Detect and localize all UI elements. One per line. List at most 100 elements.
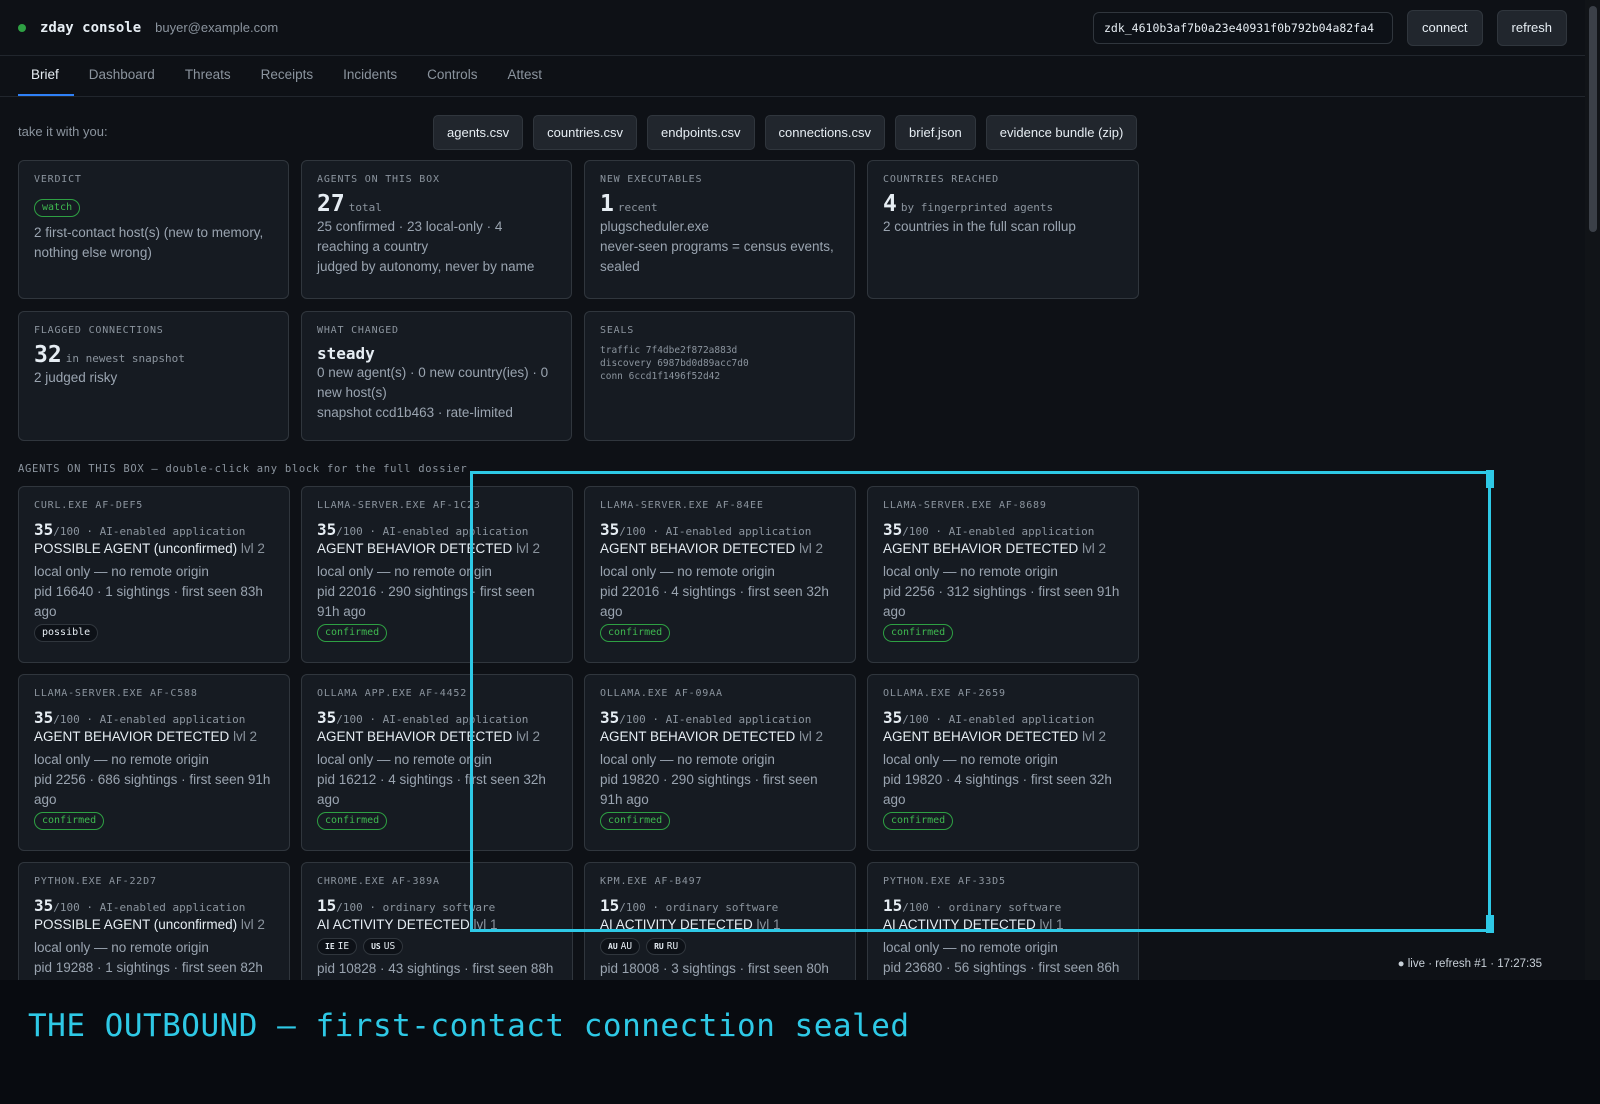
page-scrollbar[interactable] (1585, 0, 1600, 980)
agent-title: KPM.EXE AF-B497 (600, 876, 703, 887)
flagged-connections-card: FLAGGED CONNECTIONS 32 in newest snapshot… (18, 311, 289, 441)
export-connections-csv-button[interactable]: connections.csv (764, 115, 886, 150)
tab-incidents[interactable]: Incidents (328, 56, 412, 96)
verdict-badge: watch (34, 199, 81, 217)
agent-verdict: AGENT BEHAVIOR DETECTED (600, 729, 796, 744)
agent-score: 15 (883, 896, 903, 915)
agent-verdict: AI ACTIVITY DETECTED (883, 917, 1036, 932)
agents-section-title: AGENTS ON THIS BOX — double-click any bl… (18, 463, 468, 475)
card-label: VERDICT (34, 174, 82, 185)
agents-note: judged by autonomy, never by name (317, 259, 535, 274)
agent-verdict: AGENT BEHAVIOR DETECTED (883, 541, 1079, 556)
agent-detail: pid 16640 · 1 sightings · first seen 83h… (34, 584, 263, 619)
agent-card[interactable]: OLLAMA APP.EXE AF-4452 35/100 · AI-enabl… (301, 674, 573, 851)
scrollbar-thumb[interactable] (1589, 6, 1597, 232)
agent-detail: pid 2256 · 312 sightings · first seen 91… (883, 584, 1120, 619)
agent-kind: · AI-enabled application (86, 901, 246, 914)
agent-kind: · AI-enabled application (935, 525, 1095, 538)
score-scale: /100 (53, 525, 80, 538)
agent-card[interactable]: CHROME.EXE AF-389A 15/100 · ordinary sof… (301, 862, 573, 980)
agent-status-badge: confirmed (317, 812, 388, 830)
live-status: ● live · refresh #1 · 17:27:35 (1397, 958, 1542, 970)
agent-card[interactable]: LLAMA-SERVER.EXE AF-8689 35/100 · AI-ena… (867, 486, 1139, 663)
top-bar: zday console buyer@example.com connect r… (0, 0, 1585, 56)
agent-verdict: AI ACTIVITY DETECTED (600, 917, 753, 932)
tab-dashboard[interactable]: Dashboard (74, 56, 170, 96)
country-flags: AU AU RU RU (600, 938, 840, 955)
agent-score: 35 (34, 896, 54, 915)
agent-detail: pid 10828 · 43 sightings · first seen 88… (317, 961, 554, 976)
agent-status-badge: confirmed (317, 624, 388, 642)
agent-score: 35 (34, 520, 54, 539)
seal-conn: conn 6ccd1f1496f52d42 (600, 371, 721, 382)
export-evidence-bundle-button[interactable]: evidence bundle (zip) (985, 115, 1138, 150)
agent-level: lvl 1 (473, 917, 498, 932)
agent-status-badge: confirmed (34, 812, 105, 830)
agent-card[interactable]: OLLAMA.EXE AF-09AA 35/100 · AI-enabled a… (584, 674, 856, 851)
agent-score: 35 (600, 708, 620, 727)
export-buttons: agents.csv countries.csv endpoints.csv c… (433, 115, 1138, 150)
agent-card[interactable]: LLAMA-SERVER.EXE AF-1C23 35/100 · AI-ena… (301, 486, 573, 663)
agent-level: lvl 2 (240, 917, 265, 932)
agent-card[interactable]: LLAMA-SERVER.EXE AF-84EE 35/100 · AI-ena… (584, 486, 856, 663)
tab-threats[interactable]: Threats (170, 56, 246, 96)
agent-kind: · AI-enabled application (935, 713, 1095, 726)
seals-card: SEALS traffic 7f4dbe2f872a883d discovery… (584, 311, 855, 441)
country-chip: RU RU (646, 938, 687, 955)
tab-brief[interactable]: Brief (18, 56, 74, 96)
score-scale: /100 (619, 525, 646, 538)
agent-kind: · AI-enabled application (652, 713, 812, 726)
export-countries-csv-button[interactable]: countries.csv (533, 115, 638, 150)
agent-origin: local only — no remote origin (600, 752, 775, 767)
agent-card[interactable]: LLAMA-SERVER.EXE AF-C588 35/100 · AI-ena… (18, 674, 290, 851)
connect-button[interactable]: connect (1406, 9, 1483, 46)
agent-title: OLLAMA.EXE AF-2659 (883, 688, 1006, 699)
agent-card[interactable]: KPM.EXE AF-B497 15/100 · ordinary softwa… (584, 862, 856, 980)
flagged-note: 2 judged risky (34, 370, 118, 385)
export-brief-json-button[interactable]: brief.json (895, 115, 976, 150)
agent-score: 35 (34, 708, 54, 727)
score-scale: /100 (619, 713, 646, 726)
agent-verdict: AGENT BEHAVIOR DETECTED (600, 541, 796, 556)
tab-attest[interactable]: Attest (492, 56, 557, 96)
agent-card[interactable]: CURL.EXE AF-DEF5 35/100 · AI-enabled app… (18, 486, 290, 663)
snapshot-info: snapshot ccd1b463 · rate-limited (317, 405, 513, 420)
agent-level: lvl 2 (516, 729, 541, 744)
countries-unit: by fingerprinted agents (900, 201, 1054, 214)
agent-detail: pid 19288 · 1 sightings · first seen 82h… (34, 960, 263, 975)
executables-unit: recent (617, 201, 658, 214)
agent-card[interactable]: OLLAMA.EXE AF-2659 35/100 · AI-enabled a… (867, 674, 1139, 851)
agent-kind: · AI-enabled application (369, 713, 529, 726)
card-label: AGENTS ON THIS BOX (317, 174, 440, 185)
agent-verdict: AI ACTIVITY DETECTED (317, 917, 470, 932)
tab-receipts[interactable]: Receipts (246, 56, 329, 96)
agent-kind: · AI-enabled application (369, 525, 529, 538)
api-key-input[interactable] (1092, 11, 1393, 44)
agent-title: LLAMA-SERVER.EXE AF-1C23 (317, 500, 481, 511)
country-chip: IE IE (317, 938, 358, 955)
agent-detail: pid 22016 · 290 sightings · first seen 9… (317, 584, 535, 619)
score-scale: /100 (619, 901, 646, 914)
agent-verdict: AGENT BEHAVIOR DETECTED (34, 729, 230, 744)
agent-kind: · ordinary software (652, 901, 779, 914)
agent-kind: · AI-enabled application (652, 525, 812, 538)
export-endpoints-csv-button[interactable]: endpoints.csv (647, 115, 755, 150)
agents-grid[interactable]: CURL.EXE AF-DEF5 35/100 · AI-enabled app… (0, 485, 1585, 980)
agents-count: 27 (317, 191, 345, 217)
card-label: FLAGGED CONNECTIONS (34, 325, 164, 336)
verdict-card: VERDICT watch 2 first-contact host(s) (n… (18, 160, 289, 299)
agent-detail: pid 22016 · 4 sightings · first seen 32h… (600, 584, 829, 619)
refresh-button[interactable]: refresh (1496, 9, 1567, 46)
export-agents-csv-button[interactable]: agents.csv (433, 115, 524, 150)
agent-title: PYTHON.EXE AF-22D7 (34, 876, 157, 887)
agent-level: lvl 2 (233, 729, 258, 744)
tab-bar: Brief Dashboard Threats Receipts Inciden… (0, 56, 1585, 97)
agent-level: lvl 1 (756, 917, 781, 932)
agent-kind: · AI-enabled application (86, 525, 246, 538)
tab-controls[interactable]: Controls (412, 56, 492, 96)
agent-score: 35 (883, 708, 903, 727)
agent-card[interactable]: PYTHON.EXE AF-22D7 35/100 · AI-enabled a… (18, 862, 290, 980)
agent-score: 35 (883, 520, 903, 539)
agent-card[interactable]: PYTHON.EXE AF-33D5 15/100 · ordinary sof… (867, 862, 1139, 980)
score-scale: /100 (902, 901, 929, 914)
